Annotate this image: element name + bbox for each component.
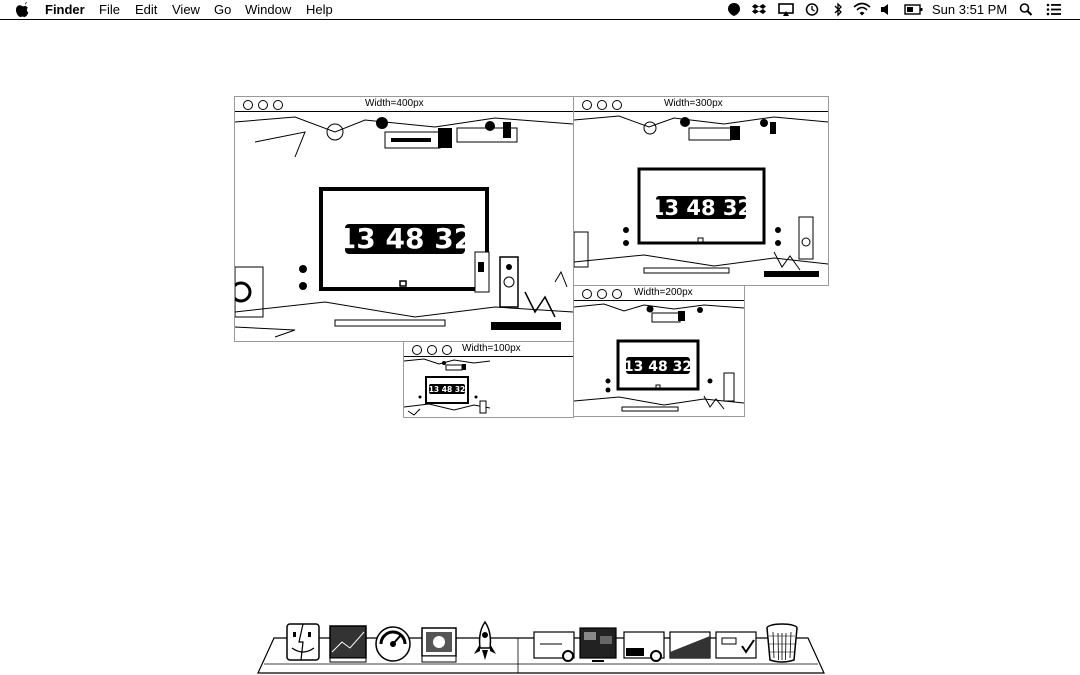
close-button[interactable] xyxy=(412,345,422,355)
close-button[interactable] xyxy=(582,289,592,299)
finder-icon[interactable] xyxy=(285,622,321,664)
zoom-button[interactable] xyxy=(612,289,622,299)
minimize-button[interactable] xyxy=(258,100,268,110)
desktop-image: 13 48 32 xyxy=(574,301,744,416)
window-titlebar[interactable]: Width=100px xyxy=(404,342,573,357)
airplay-icon[interactable] xyxy=(778,2,794,17)
screenshot-4-icon[interactable] xyxy=(668,628,712,664)
menu-edit[interactable]: Edit xyxy=(135,0,157,19)
dock xyxy=(256,618,826,675)
menu-app-name[interactable]: Finder xyxy=(45,0,85,19)
window-width-200[interactable]: Width=200px 13 48 32 xyxy=(573,285,745,417)
bluetooth-icon[interactable] xyxy=(833,2,843,17)
dropbox-icon[interactable] xyxy=(752,2,766,17)
window-width-400[interactable]: Width=400px 13 48 32 xyxy=(234,96,574,342)
screenshot-2-icon[interactable] xyxy=(578,626,618,664)
apple-logo-icon[interactable] xyxy=(14,0,30,19)
screenshot-1-icon[interactable] xyxy=(532,628,576,664)
menu-bar: Finder File Edit View Go Window Help Sun… xyxy=(0,0,1080,20)
window-title: Width=200px xyxy=(634,287,693,298)
desktop-image: 13 48 32 xyxy=(574,112,828,285)
window-title: Width=100px xyxy=(462,343,521,354)
window-title: Width=300px xyxy=(664,98,723,109)
trash-icon[interactable] xyxy=(764,622,800,664)
time-machine-icon[interactable] xyxy=(805,2,819,17)
zoom-button[interactable] xyxy=(273,100,283,110)
window-titlebar[interactable]: Width=200px xyxy=(574,286,744,301)
menu-help[interactable]: Help xyxy=(306,0,333,19)
menu-view[interactable]: View xyxy=(172,0,200,19)
desktop-image: 13 48 32 xyxy=(404,357,573,417)
clock-display-digits: 13 48 32 xyxy=(429,385,466,394)
close-button[interactable] xyxy=(243,100,253,110)
preview-icon[interactable] xyxy=(420,624,458,664)
window-titlebar[interactable]: Width=300px xyxy=(574,97,828,112)
desktop-image: 13 48 32 xyxy=(235,112,573,341)
evernote-icon[interactable] xyxy=(727,2,741,17)
menu-window[interactable]: Window xyxy=(245,0,291,19)
window-titlebar[interactable]: Width=400px xyxy=(235,97,573,112)
wifi-icon[interactable] xyxy=(853,2,871,17)
clock-display-digits: 13 48 32 xyxy=(650,196,752,220)
volume-icon[interactable] xyxy=(880,2,890,17)
notification-center-icon[interactable] xyxy=(1046,2,1062,17)
window-width-100[interactable]: Width=100px 13 48 32 xyxy=(403,341,574,418)
menu-clock[interactable]: Sun 3:51 PM xyxy=(932,0,1007,19)
battery-icon[interactable] xyxy=(904,2,924,17)
minimize-button[interactable] xyxy=(427,345,437,355)
menu-go[interactable]: Go xyxy=(214,0,231,19)
screenshot-3-icon[interactable] xyxy=(622,628,666,664)
clock-display-digits: 13 48 32 xyxy=(337,222,473,255)
launchpad-icon[interactable] xyxy=(470,620,500,664)
zoom-button[interactable] xyxy=(442,345,452,355)
window-width-300[interactable]: Width=300px 13 48 32 xyxy=(573,96,829,286)
dashboard-icon[interactable] xyxy=(374,624,412,664)
clock-display-digits: 13 48 32 xyxy=(624,359,692,375)
close-button[interactable] xyxy=(582,100,592,110)
window-title: Width=400px xyxy=(365,98,424,109)
photo-icon[interactable] xyxy=(328,624,368,664)
menu-file[interactable]: File xyxy=(99,0,120,19)
zoom-button[interactable] xyxy=(612,100,622,110)
spotlight-search-icon[interactable] xyxy=(1019,2,1033,17)
screenshot-5-icon[interactable] xyxy=(714,628,758,664)
minimize-button[interactable] xyxy=(597,289,607,299)
minimize-button[interactable] xyxy=(597,100,607,110)
